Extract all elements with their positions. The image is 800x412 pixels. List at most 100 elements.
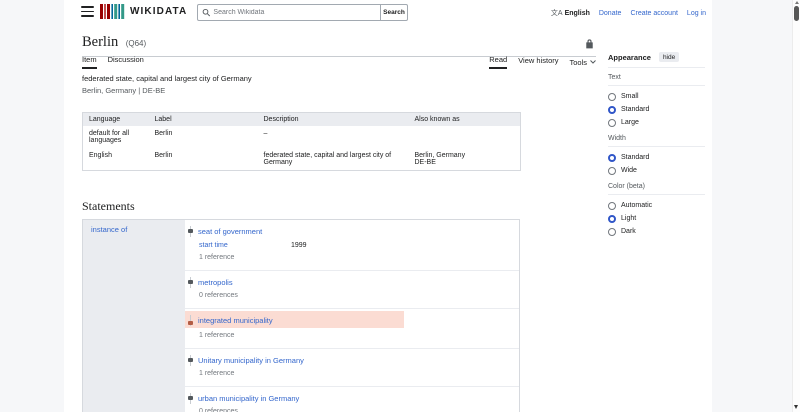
terms-table: Language Label Description Also known as…: [82, 112, 521, 171]
page-title: Berlin: [82, 34, 118, 50]
entity-description: federated state, capital and largest cit…: [82, 74, 252, 83]
radio-icon[interactable]: [608, 119, 616, 127]
content-area: WIKIDATA Search 文A English Donate Create…: [64, 0, 712, 412]
claims-column: seat of government start time 1999 1 ref…: [185, 220, 519, 412]
scroll-down-icon[interactable]: [794, 405, 798, 409]
property-link[interactable]: instance of: [91, 225, 127, 234]
scroll-up-icon[interactable]: [795, 1, 799, 4]
statement-group: instance of seat of government start tim…: [82, 219, 520, 412]
protection-lock-icon[interactable]: [585, 36, 594, 54]
tools-label: Tools: [569, 58, 587, 67]
search-icon: [202, 8, 210, 17]
brand-wordmark: WIKIDATA: [130, 6, 187, 17]
statement-claim: urban municipality in Germany 0 referenc…: [185, 387, 519, 412]
page-tabs: Item Discussion Read View history Tools: [82, 55, 596, 69]
tab-view-history[interactable]: View history: [518, 56, 558, 68]
page-title-row: Berlin (Q64): [82, 33, 596, 57]
radio-text-small[interactable]: Small: [608, 90, 705, 103]
radio-text-large[interactable]: Large: [608, 116, 705, 129]
term-aliases: [409, 126, 521, 148]
term-language: English: [83, 148, 149, 171]
entity-aliases: Berlin, Germany | DE-BE: [82, 86, 165, 95]
rank-selector-icon[interactable]: [188, 355, 193, 366]
terms-header-row: Language Label Description Also known as: [83, 113, 521, 127]
language-icon: 文A: [551, 8, 563, 18]
col-also-known-as: Also known as: [409, 113, 521, 127]
entity-id: (Q64): [126, 39, 146, 48]
wikidata-logo[interactable]: WIKIDATA: [100, 4, 187, 19]
statements-heading: Statements: [82, 199, 135, 214]
appearance-title: Appearance: [608, 53, 651, 62]
user-links: 文A English Donate Create account Log in: [551, 8, 706, 18]
statement-claim: seat of government start time 1999 1 ref…: [185, 220, 519, 271]
scrollbar[interactable]: [792, 0, 800, 412]
radio-selected-icon[interactable]: [608, 154, 616, 162]
property-column: instance of: [83, 220, 185, 412]
claim-value-link[interactable]: integrated municipality: [198, 316, 273, 325]
radio-icon[interactable]: [608, 167, 616, 175]
radio-width-wide[interactable]: Wide: [608, 164, 705, 177]
term-description: –: [258, 126, 409, 148]
claim-value-link[interactable]: Unitary municipality in Germany: [198, 356, 304, 365]
term-label: Berlin: [149, 148, 258, 171]
qualifier-value: 1999: [291, 242, 307, 249]
main-menu-icon[interactable]: [81, 6, 94, 17]
rank-selector-icon[interactable]: [188, 393, 193, 404]
text-section-label: Text: [608, 68, 705, 86]
search-button[interactable]: Search: [380, 4, 408, 21]
references-toggle[interactable]: 0 references: [185, 292, 519, 308]
claim-value-link[interactable]: metropolis: [198, 278, 233, 287]
rank-selector-deprecated-icon[interactable]: [188, 315, 193, 326]
radio-color-dark[interactable]: Dark: [608, 225, 705, 238]
wikidata-logo-bars-icon: [100, 4, 125, 19]
radio-icon[interactable]: [608, 228, 616, 236]
term-label: Berlin: [149, 126, 258, 148]
col-description: Description: [258, 113, 409, 127]
term-language: default for all languages: [83, 126, 149, 148]
col-language: Language: [83, 113, 149, 127]
statement-claim: Unitary municipality in Germany 1 refere…: [185, 349, 519, 387]
radio-color-light[interactable]: Light: [608, 212, 705, 225]
references-toggle[interactable]: 1 reference: [185, 332, 519, 348]
term-description: federated state, capital and largest cit…: [258, 148, 409, 171]
tools-menu[interactable]: Tools: [569, 58, 596, 67]
appearance-panel: Appearance hide Text Small Standard Larg…: [608, 52, 705, 238]
chevron-down-icon: [590, 60, 596, 64]
language-selector[interactable]: 文A English: [551, 8, 590, 18]
width-section-label: Width: [608, 129, 705, 147]
scrollbar-thumb[interactable]: [794, 6, 799, 21]
search-input[interactable]: [213, 9, 376, 16]
wikidata-page: WIKIDATA Search 文A English Donate Create…: [0, 0, 800, 412]
radio-width-standard[interactable]: Standard: [608, 151, 705, 164]
terms-row-english: English Berlin federated state, capital …: [83, 148, 521, 171]
hide-appearance-button[interactable]: hide: [659, 52, 679, 62]
col-label: Label: [149, 113, 258, 127]
radio-icon[interactable]: [608, 202, 616, 210]
term-aliases: Berlin, Germany DE-BE: [409, 148, 521, 171]
search-box[interactable]: [197, 4, 381, 21]
rank-selector-icon[interactable]: [188, 277, 193, 288]
radio-color-automatic[interactable]: Automatic: [608, 199, 705, 212]
tab-read[interactable]: Read: [489, 55, 507, 69]
radio-text-standard[interactable]: Standard: [608, 103, 705, 116]
donate-link[interactable]: Donate: [599, 10, 622, 17]
statement-claim-deprecated: integrated municipality 1 reference: [185, 311, 519, 349]
claim-value-link[interactable]: urban municipality in Germany: [198, 394, 299, 403]
tab-item[interactable]: Item: [82, 55, 97, 69]
qualifier-row: start time 1999: [185, 240, 519, 250]
create-account-link[interactable]: Create account: [630, 10, 677, 17]
statement-claim: metropolis 0 references: [185, 271, 519, 309]
language-label: English: [565, 10, 590, 17]
login-link[interactable]: Log in: [687, 10, 706, 17]
references-toggle[interactable]: 1 reference: [185, 370, 519, 386]
radio-selected-icon[interactable]: [608, 215, 616, 223]
radio-selected-icon[interactable]: [608, 106, 616, 114]
radio-icon[interactable]: [608, 93, 616, 101]
references-toggle[interactable]: 1 reference: [185, 254, 519, 270]
qualifier-property-link[interactable]: start time: [199, 242, 291, 249]
tab-discussion[interactable]: Discussion: [108, 55, 144, 69]
references-toggle[interactable]: 0 references: [185, 408, 519, 412]
claim-value-link[interactable]: seat of government: [198, 227, 262, 236]
rank-selector-icon[interactable]: [188, 226, 193, 237]
terms-row-default: default for all languages Berlin –: [83, 126, 521, 148]
